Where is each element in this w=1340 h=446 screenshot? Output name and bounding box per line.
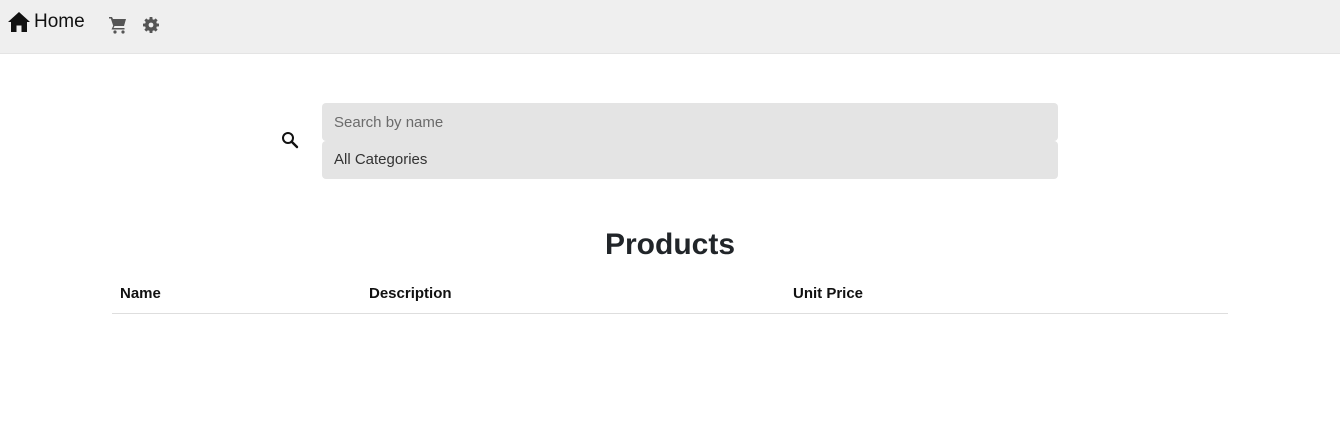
- home-icon: [7, 11, 31, 33]
- home-label: Home: [34, 11, 85, 32]
- products-table: Name Description Unit Price: [112, 280, 1228, 314]
- top-navbar: Home: [0, 0, 1340, 54]
- home-link[interactable]: Home: [7, 9, 85, 35]
- category-select[interactable]: All Categories: [322, 141, 1058, 179]
- gear-icon[interactable]: [141, 15, 161, 35]
- search-input[interactable]: [322, 103, 1058, 141]
- column-header-description: Description: [361, 280, 785, 314]
- table-header-row: Name Description Unit Price: [112, 280, 1228, 314]
- column-header-name: Name: [112, 280, 361, 314]
- column-header-unit-price: Unit Price: [785, 280, 1228, 314]
- cart-icon[interactable]: [108, 15, 128, 35]
- search-icon: [281, 131, 299, 149]
- page-title: Products: [604, 228, 736, 261]
